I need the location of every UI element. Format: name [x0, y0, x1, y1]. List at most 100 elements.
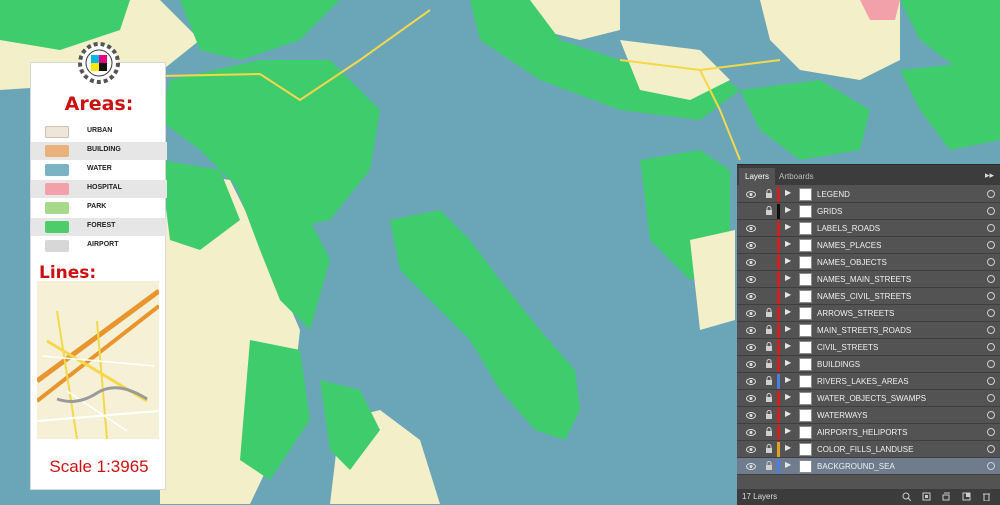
- lock-icon[interactable]: [765, 444, 773, 454]
- layer-row[interactable]: ▶ NAMES_MAIN_STREETS: [737, 271, 1000, 288]
- layer-row[interactable]: ▶ BACKGROUND_SEA: [737, 458, 1000, 475]
- visibility-eye-icon[interactable]: [746, 190, 756, 199]
- expand-arrow-icon[interactable]: ▶: [785, 290, 791, 299]
- expand-arrow-icon[interactable]: ▶: [785, 358, 791, 367]
- layer-name[interactable]: COLOR_FILLS_LANDUSE: [817, 445, 913, 454]
- visibility-eye-icon[interactable]: [746, 241, 756, 250]
- target-circle-icon[interactable]: [987, 326, 995, 334]
- layer-row[interactable]: ▶ WATERWAYS: [737, 407, 1000, 424]
- expand-arrow-icon[interactable]: ▶: [785, 426, 791, 435]
- visibility-eye-icon[interactable]: [746, 411, 756, 420]
- layer-row[interactable]: ▶ NAMES_OBJECTS: [737, 254, 1000, 271]
- lock-icon[interactable]: [765, 206, 773, 216]
- visibility-eye-icon[interactable]: [746, 326, 756, 335]
- lock-icon[interactable]: [765, 393, 773, 403]
- visibility-eye-icon[interactable]: [746, 258, 756, 267]
- lock-icon[interactable]: [765, 240, 773, 250]
- lock-icon[interactable]: [765, 410, 773, 420]
- visibility-eye-icon[interactable]: [746, 445, 756, 454]
- new-layer-icon[interactable]: [962, 492, 971, 501]
- visibility-eye-icon[interactable]: [746, 360, 756, 369]
- lock-icon[interactable]: [765, 308, 773, 318]
- layer-row[interactable]: ▶ GRIDS: [737, 203, 1000, 220]
- visibility-eye-icon[interactable]: [746, 275, 756, 284]
- layer-name[interactable]: BUILDINGS: [817, 360, 860, 369]
- target-circle-icon[interactable]: [987, 428, 995, 436]
- layer-row[interactable]: ▶ RIVERS_LAKES_AREAS: [737, 373, 1000, 390]
- expand-arrow-icon[interactable]: ▶: [785, 341, 791, 350]
- visibility-eye-icon[interactable]: [746, 394, 756, 403]
- layer-row[interactable]: ▶ ARROWS_STREETS: [737, 305, 1000, 322]
- target-circle-icon[interactable]: [987, 224, 995, 232]
- layer-name[interactable]: NAMES_CIVIL_STREETS: [817, 292, 911, 301]
- layer-row[interactable]: ▶ NAMES_PLACES: [737, 237, 1000, 254]
- expand-arrow-icon[interactable]: ▶: [785, 324, 791, 333]
- layer-row[interactable]: ▶ WATER_OBJECTS_SWAMPS: [737, 390, 1000, 407]
- layer-row[interactable]: ▶ AIRPORTS_HELIPORTS: [737, 424, 1000, 441]
- layer-name[interactable]: WATER_OBJECTS_SWAMPS: [817, 394, 926, 403]
- layer-name[interactable]: NAMES_MAIN_STREETS: [817, 275, 911, 284]
- visibility-eye-icon[interactable]: [746, 428, 756, 437]
- layer-name[interactable]: NAMES_OBJECTS: [817, 258, 887, 267]
- lock-icon[interactable]: [765, 189, 773, 199]
- lock-icon[interactable]: [765, 291, 773, 301]
- target-circle-icon[interactable]: [987, 190, 995, 198]
- expand-arrow-icon[interactable]: ▶: [785, 375, 791, 384]
- target-circle-icon[interactable]: [987, 275, 995, 283]
- lock-icon[interactable]: [765, 359, 773, 369]
- layer-name[interactable]: ARROWS_STREETS: [817, 309, 894, 318]
- target-circle-icon[interactable]: [987, 258, 995, 266]
- panel-menu-icon[interactable]: ▸▸: [985, 170, 994, 181]
- target-circle-icon[interactable]: [987, 445, 995, 453]
- layer-name[interactable]: NAMES_PLACES: [817, 241, 881, 250]
- expand-arrow-icon[interactable]: ▶: [785, 239, 791, 248]
- target-circle-icon[interactable]: [987, 207, 995, 215]
- expand-arrow-icon[interactable]: ▶: [785, 222, 791, 231]
- layer-row[interactable]: ▶ LEGEND: [737, 186, 1000, 203]
- expand-arrow-icon[interactable]: ▶: [785, 409, 791, 418]
- visibility-eye-icon[interactable]: [746, 224, 756, 233]
- expand-arrow-icon[interactable]: ▶: [785, 307, 791, 316]
- lock-icon[interactable]: [765, 427, 773, 437]
- expand-arrow-icon[interactable]: ▶: [785, 205, 791, 214]
- layer-name[interactable]: WATERWAYS: [817, 411, 868, 420]
- expand-arrow-icon[interactable]: ▶: [785, 443, 791, 452]
- layer-name[interactable]: AIRPORTS_HELIPORTS: [817, 428, 907, 437]
- target-circle-icon[interactable]: [987, 377, 995, 385]
- expand-arrow-icon[interactable]: ▶: [785, 273, 791, 282]
- layer-name[interactable]: CIVIL_STREETS: [817, 343, 878, 352]
- visibility-eye-icon[interactable]: [746, 377, 756, 386]
- expand-arrow-icon[interactable]: ▶: [785, 460, 791, 469]
- delete-layer-icon[interactable]: [982, 492, 991, 501]
- expand-arrow-icon[interactable]: ▶: [785, 392, 791, 401]
- lock-icon[interactable]: [765, 257, 773, 267]
- layer-row[interactable]: ▶ MAIN_STREETS_ROADS: [737, 322, 1000, 339]
- layer-name[interactable]: MAIN_STREETS_ROADS: [817, 326, 911, 335]
- target-circle-icon[interactable]: [987, 309, 995, 317]
- expand-arrow-icon[interactable]: ▶: [785, 188, 791, 197]
- layer-name[interactable]: LEGEND: [817, 190, 850, 199]
- target-circle-icon[interactable]: [987, 462, 995, 470]
- clipping-mask-icon[interactable]: [922, 492, 931, 501]
- visibility-eye-icon[interactable]: [746, 309, 756, 318]
- tab-layers[interactable]: Layers: [739, 168, 776, 185]
- lock-icon[interactable]: [765, 325, 773, 335]
- locate-object-icon[interactable]: [902, 492, 911, 501]
- lock-icon[interactable]: [765, 223, 773, 233]
- lock-icon[interactable]: [765, 274, 773, 284]
- layer-name[interactable]: LABELS_ROADS: [817, 224, 880, 233]
- visibility-eye-icon[interactable]: [746, 343, 756, 352]
- target-circle-icon[interactable]: [987, 343, 995, 351]
- tab-artboards[interactable]: Artboards: [773, 168, 820, 185]
- visibility-eye-icon[interactable]: [746, 292, 756, 301]
- lock-icon[interactable]: [765, 461, 773, 471]
- expand-arrow-icon[interactable]: ▶: [785, 256, 791, 265]
- layer-name[interactable]: BACKGROUND_SEA: [817, 462, 895, 471]
- layer-row[interactable]: ▶ NAMES_CIVIL_STREETS: [737, 288, 1000, 305]
- target-circle-icon[interactable]: [987, 411, 995, 419]
- layer-row[interactable]: ▶ CIVIL_STREETS: [737, 339, 1000, 356]
- layer-row[interactable]: ▶ COLOR_FILLS_LANDUSE: [737, 441, 1000, 458]
- target-circle-icon[interactable]: [987, 360, 995, 368]
- target-circle-icon[interactable]: [987, 292, 995, 300]
- visibility-eye-icon[interactable]: [746, 462, 756, 471]
